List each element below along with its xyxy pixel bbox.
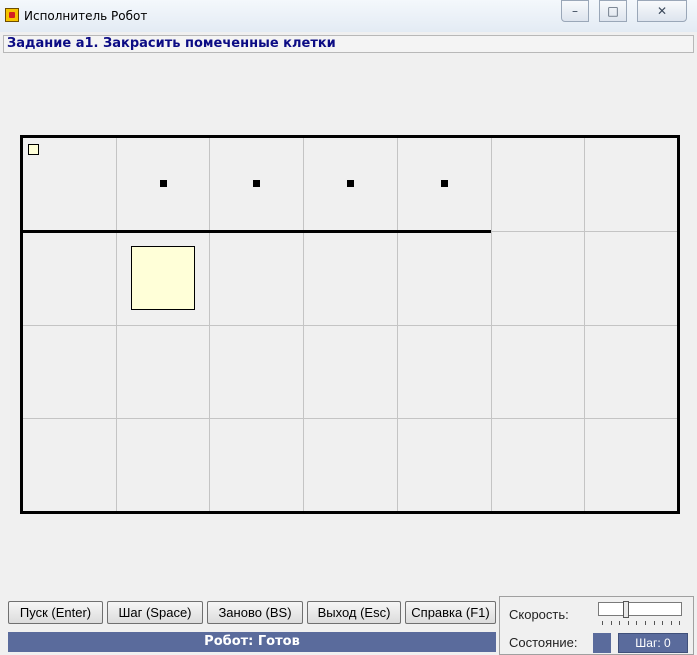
state-label: Состояние: [509,635,578,650]
maximize-button[interactable]: □ [599,0,627,22]
speed-slider-thumb[interactable] [623,601,629,618]
close-button[interactable]: ✕ [637,0,687,22]
maximize-icon: □ [607,4,619,18]
slider-tick [645,621,646,625]
help-button[interactable]: Справка (F1) [405,601,496,624]
speed-label: Скорость: [509,607,569,622]
robot-status-bar: Робот: Готов [8,632,496,652]
speed-slider[interactable] [598,602,682,616]
slider-tick [653,621,655,625]
window-title: Исполнитель Робот [24,9,148,23]
field-border [20,135,680,514]
robot-field [20,135,680,514]
reset-button[interactable]: Заново (BS) [207,601,303,624]
slider-tick [627,621,629,625]
minimize-button[interactable]: – [561,0,589,22]
state-indicator [593,633,611,653]
slider-tick [670,621,672,625]
slider-tick [679,621,681,625]
slider-tick [662,621,664,625]
slider-tick [636,621,638,625]
minimize-icon: – [572,4,578,18]
speed-slider-ticks [602,621,682,625]
run-button[interactable]: Пуск (Enter) [8,601,103,624]
robot-app-icon [5,8,19,22]
slider-tick [602,621,603,625]
step-button[interactable]: Шаг (Space) [107,601,203,624]
close-icon: ✕ [656,4,668,18]
exit-button[interactable]: Выход (Esc) [307,601,401,624]
step-counter: Шаг: 0 [618,633,688,653]
slider-tick [610,621,612,625]
window-title-bar: Исполнитель Робот – □ ✕ [0,0,697,32]
slider-tick [619,621,621,625]
speed-state-panel: Скорость: Состояние: Шаг: 0 [499,596,694,655]
task-title: Задание а1. Закрасить помеченные клетки [3,35,694,53]
